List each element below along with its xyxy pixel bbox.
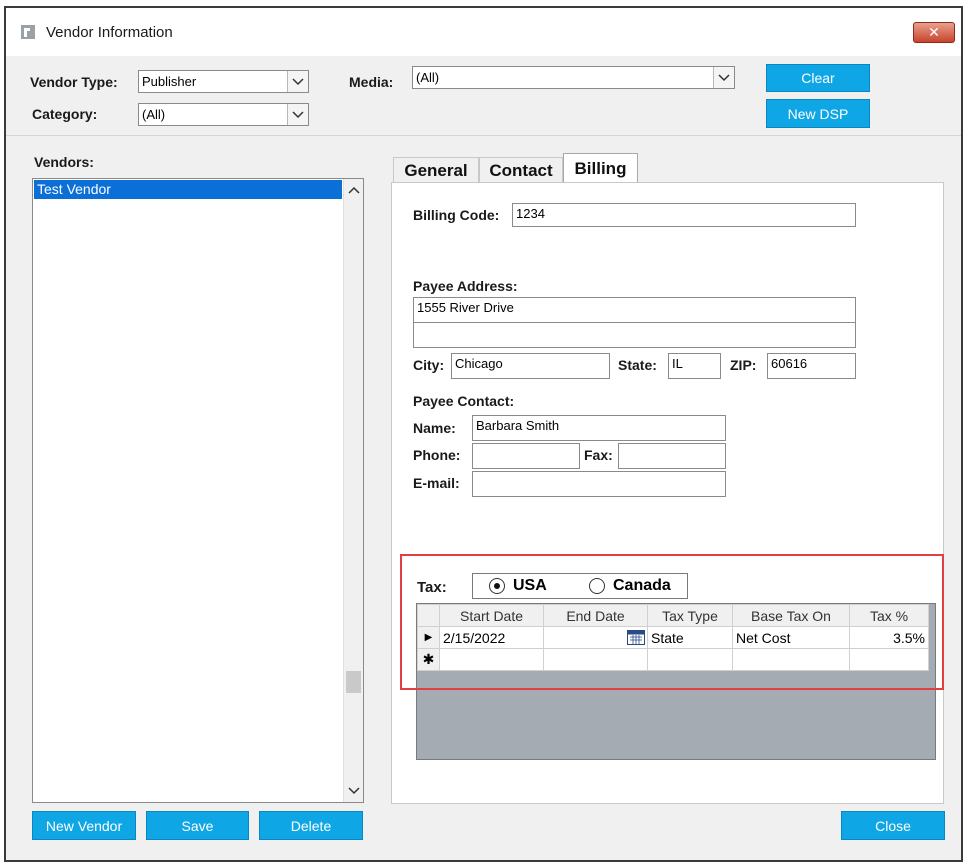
- tax-country-group: USA Canada: [472, 573, 688, 599]
- vendors-label: Vendors:: [34, 154, 94, 170]
- save-button[interactable]: Save: [146, 811, 249, 840]
- billing-code-field[interactable]: 1234: [512, 203, 856, 227]
- tax-type-cell[interactable]: State: [647, 626, 733, 649]
- address-line1-field[interactable]: 1555 River Drive: [413, 297, 856, 323]
- new-row-cell[interactable]: [543, 648, 648, 671]
- new-vendor-button[interactable]: New Vendor: [32, 811, 136, 840]
- zip-field[interactable]: 60616: [767, 353, 856, 379]
- media-label: Media:: [349, 74, 394, 90]
- current-row-indicator: ▶: [417, 626, 440, 649]
- new-row-indicator: ✱: [417, 648, 440, 671]
- start-date-cell[interactable]: 2/15/2022: [439, 626, 544, 649]
- chevron-up-icon[interactable]: [344, 181, 363, 199]
- new-row[interactable]: ✱: [417, 648, 929, 671]
- address-line2-field[interactable]: [413, 322, 856, 348]
- window-title: Vendor Information: [46, 24, 173, 41]
- city-label: City:: [413, 357, 445, 373]
- city-field[interactable]: Chicago: [451, 353, 610, 379]
- canada-radio[interactable]: [589, 578, 605, 594]
- app-icon: [21, 25, 35, 39]
- title-bar: Vendor Information ✕: [6, 8, 961, 56]
- grid-corner: [417, 604, 440, 627]
- radio-selected-dot: [494, 583, 500, 589]
- category-label: Category:: [32, 106, 98, 122]
- payee-contact-label: Payee Contact:: [413, 393, 515, 409]
- chevron-down-icon[interactable]: [287, 104, 308, 125]
- billing-panel: Billing Code: 1234 Payee Address: 1555 R…: [391, 182, 944, 804]
- new-row-cell[interactable]: [647, 648, 733, 671]
- zip-label: ZIP:: [730, 357, 757, 373]
- new-row-cell[interactable]: [849, 648, 929, 671]
- close-button[interactable]: Close: [841, 811, 945, 840]
- phone-label: Phone:: [413, 447, 461, 463]
- column-tax-type[interactable]: Tax Type: [647, 604, 733, 627]
- column-tax-pct[interactable]: Tax %: [849, 604, 929, 627]
- canada-radio-label[interactable]: Canada: [613, 577, 671, 595]
- phone-field[interactable]: [472, 443, 580, 469]
- name-field[interactable]: Barbara Smith: [472, 415, 726, 441]
- window-content: Vendor Type: Publisher Category: (All) M…: [6, 56, 961, 860]
- list-item[interactable]: Test Vendor: [34, 180, 342, 199]
- usa-radio-label[interactable]: USA: [513, 577, 547, 595]
- base-tax-on-cell[interactable]: Net Cost: [732, 626, 850, 649]
- vendors-list[interactable]: Test Vendor: [32, 178, 364, 803]
- column-end-date[interactable]: End Date: [543, 604, 648, 627]
- calendar-icon[interactable]: [627, 630, 645, 648]
- new-row-cell[interactable]: [732, 648, 850, 671]
- email-label: E-mail:: [413, 475, 460, 491]
- media-value: (All): [416, 70, 440, 85]
- vendors-scrollbar[interactable]: [343, 179, 363, 802]
- category-select[interactable]: (All): [138, 103, 309, 126]
- column-base-tax-on[interactable]: Base Tax On: [732, 604, 850, 627]
- column-start-date[interactable]: Start Date: [439, 604, 544, 627]
- new-row-cell[interactable]: [439, 648, 544, 671]
- delete-button[interactable]: Delete: [259, 811, 363, 840]
- tax-grid[interactable]: Start Date End Date Tax Type Base Tax On…: [416, 603, 936, 760]
- fax-field[interactable]: [618, 443, 726, 469]
- usa-radio[interactable]: [489, 578, 505, 594]
- chevron-down-icon[interactable]: [713, 67, 734, 88]
- state-label: State:: [618, 357, 657, 373]
- end-date-cell[interactable]: [543, 626, 648, 649]
- grid-header-row: Start Date End Date Tax Type Base Tax On…: [417, 604, 929, 627]
- name-label: Name:: [413, 420, 456, 436]
- tax-label: Tax:: [417, 579, 447, 596]
- close-window-button[interactable]: ✕: [913, 22, 955, 43]
- close-icon: ✕: [928, 24, 940, 40]
- payee-address-label: Payee Address:: [413, 278, 518, 294]
- tax-pct-cell[interactable]: 3.5%: [849, 626, 929, 649]
- scrollbar-thumb[interactable]: [346, 671, 361, 693]
- vendor-type-label: Vendor Type:: [30, 74, 118, 90]
- chevron-down-icon[interactable]: [287, 71, 308, 92]
- email-field[interactable]: [472, 471, 726, 497]
- chevron-down-icon[interactable]: [344, 782, 363, 800]
- media-select[interactable]: (All): [412, 66, 735, 89]
- category-value: (All): [142, 107, 166, 122]
- state-field[interactable]: IL: [668, 353, 721, 379]
- tab-general[interactable]: General: [393, 157, 479, 184]
- tab-billing[interactable]: Billing: [563, 153, 638, 183]
- vendor-type-value: Publisher: [142, 74, 197, 89]
- vendor-information-window: Vendor Information ✕ Vendor Type: Publis…: [4, 6, 963, 862]
- billing-code-label: Billing Code:: [413, 207, 500, 223]
- clear-button[interactable]: Clear: [766, 64, 870, 92]
- vendor-type-select[interactable]: Publisher: [138, 70, 309, 93]
- table-row[interactable]: ▶ 2/15/2022 State Net Cost 3.5%: [417, 626, 929, 649]
- header-divider: [6, 135, 961, 136]
- tab-contact[interactable]: Contact: [479, 157, 563, 184]
- fax-label: Fax:: [584, 447, 613, 463]
- new-dsp-button[interactable]: New DSP: [766, 99, 870, 128]
